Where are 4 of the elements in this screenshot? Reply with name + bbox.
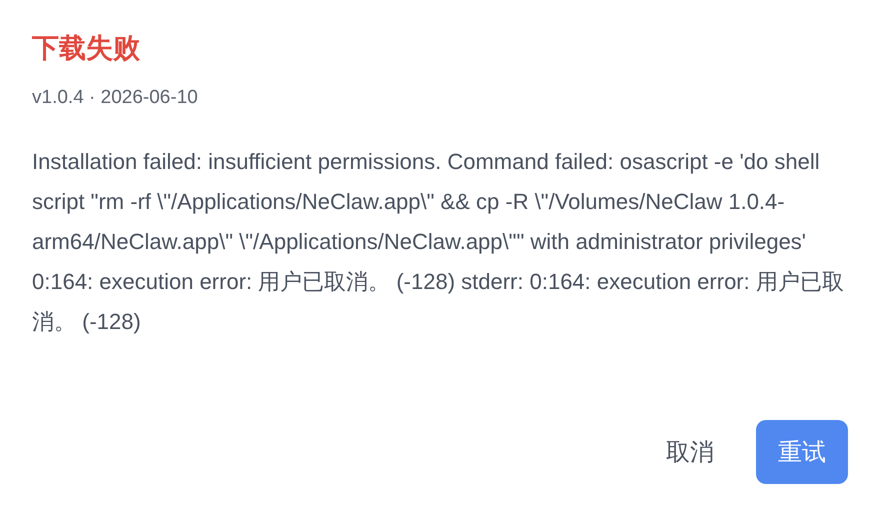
version-date-text: v1.0.4 · 2026-06-10 <box>32 86 199 110</box>
error-message: Installation failed: insufficient permissions. Command failed: osascript -e 'do shell script "rm -rf \"/Applications/NeClaw.app\" && cp -R \"/Volumes/NeClaw 1.0.4-arm64/NeClaw.app\" \"/Applications/NeClaw.app\"" with administrator privileges' 0:164: execution error: 用户已取消。 (-128) stderr: 0:164: execution error: 用户已取消。 (-128) <box>32 148 845 336</box>
cancel-button[interactable]: 取消 <box>644 420 736 484</box>
dialog-title: 下载失败 <box>32 32 141 65</box>
